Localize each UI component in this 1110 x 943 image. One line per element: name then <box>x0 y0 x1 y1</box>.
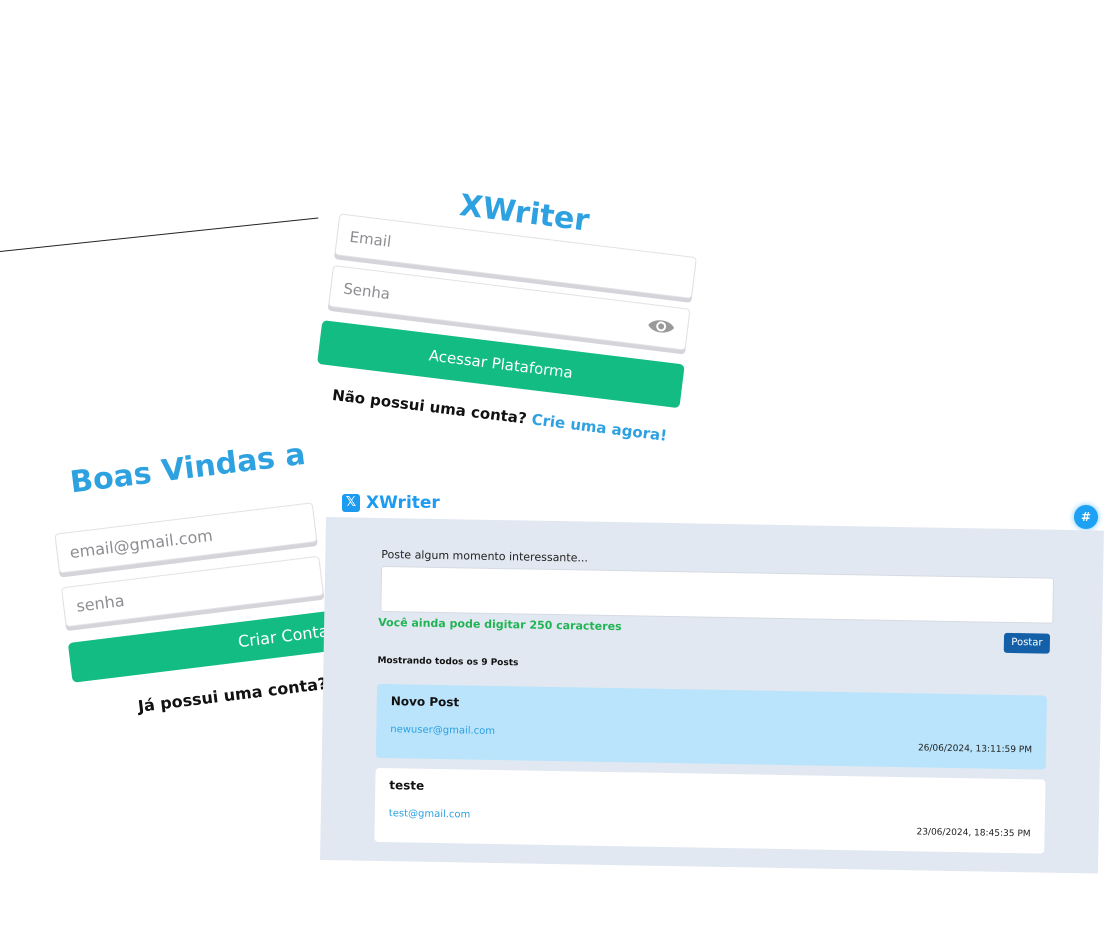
feed-brand-name: XWriter <box>366 493 440 513</box>
feed-brand[interactable]: 𝕏 XWriter <box>342 493 440 513</box>
post-title: Novo Post <box>390 694 460 710</box>
post-card[interactable]: teste test@gmail.com 23/06/2024, 18:45:3… <box>374 767 1046 854</box>
post-date: 26/06/2024, 13:11:59 PM <box>917 743 1033 756</box>
register-title: Boas Vindas a <box>68 436 308 501</box>
register-footer-text: Já possui uma conta? <box>136 673 329 716</box>
char-counter: Você ainda pode digitar 250 caracteres <box>378 615 622 634</box>
posts-count-label: Mostrando todos os 9 Posts <box>377 655 519 669</box>
post-author-email[interactable]: test@gmail.com <box>389 808 471 820</box>
x-logo-icon: 𝕏 <box>342 494 360 512</box>
post-card[interactable]: Novo Post newuser@gmail.com 26/06/2024, … <box>375 683 1047 770</box>
post-button[interactable]: Postar <box>1003 632 1051 654</box>
signup-link[interactable]: Crie uma agora! <box>531 410 668 444</box>
feed-panel: Poste algum momento interessante... Você… <box>320 517 1104 874</box>
post-textarea[interactable] <box>380 565 1055 624</box>
post-prompt-label: Poste algum momento interessante... <box>381 547 589 565</box>
hash-button[interactable]: # <box>1074 505 1098 529</box>
login-panel: XWriter Email Senha Acessar Plataforma N… <box>308 183 712 487</box>
eye-icon[interactable] <box>646 316 676 337</box>
decorative-line <box>0 217 319 253</box>
post-author-email[interactable]: newuser@gmail.com <box>390 724 495 737</box>
post-title: teste <box>389 778 425 793</box>
login-password-placeholder: Senha <box>342 279 392 304</box>
register-footer: Já possui uma conta? A <box>137 672 346 716</box>
post-date: 23/06/2024, 18:45:35 PM <box>916 827 1031 840</box>
login-footer-text: Não possui uma conta? <box>331 385 528 428</box>
